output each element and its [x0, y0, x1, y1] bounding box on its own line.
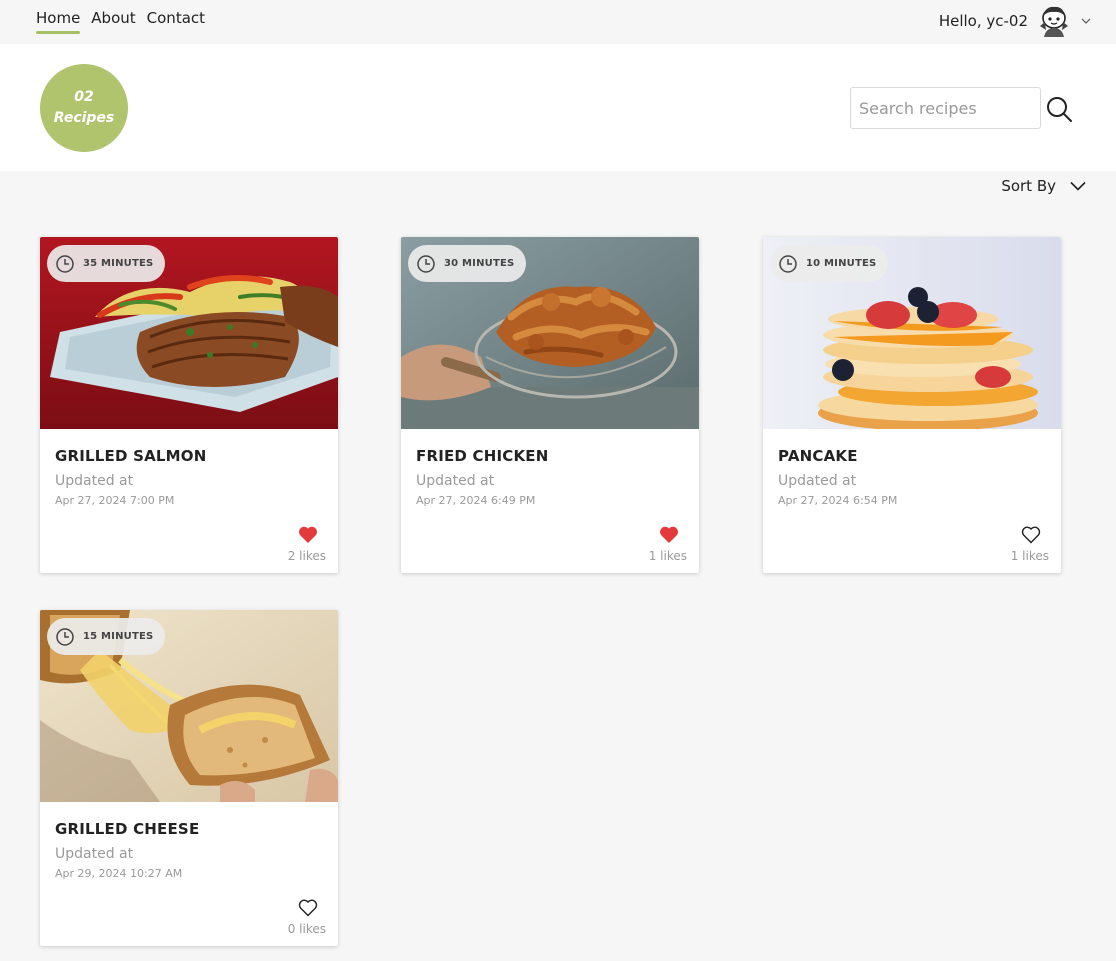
recipe-title: GRILLED SALMON: [55, 447, 207, 465]
sort-label: Sort By: [1001, 177, 1056, 195]
cook-time-text: 15 MINUTES: [83, 631, 154, 642]
updated-label: Updated at: [55, 473, 134, 489]
recipe-image-fried-chicken: 30 MINUTES: [401, 237, 699, 429]
search-input[interactable]: [850, 87, 1041, 129]
clock-icon: [56, 627, 74, 646]
nav-link-about[interactable]: About: [91, 9, 135, 33]
recipe-count-number: 02: [74, 89, 94, 105]
recipe-image-grilled-salmon: 35 MINUTES: [40, 237, 338, 429]
recipe-card-grilled-salmon[interactable]: 35 MINUTES GRILLED SALMON Updated at Apr…: [40, 237, 338, 573]
nav-links: Home About Contact: [36, 9, 205, 34]
likes-count: 2 likes: [287, 549, 326, 563]
updated-label: Updated at: [416, 473, 495, 489]
recipe-title: GRILLED CHEESE: [55, 820, 200, 838]
cook-time-badge: 30 MINUTES: [408, 245, 527, 282]
search-icon[interactable]: [1045, 95, 1073, 123]
updated-date: Apr 29, 2024 10:27 AM: [55, 867, 183, 880]
clock-icon: [417, 254, 435, 273]
avatar-illustration-icon: [1040, 6, 1068, 37]
cook-time-badge: 10 MINUTES: [770, 245, 889, 282]
chevron-down-icon: [1070, 181, 1086, 191]
updated-date: Apr 27, 2024 6:54 PM: [778, 494, 898, 507]
user-greeting: Hello, yc-02: [938, 12, 1028, 30]
clock-icon: [56, 254, 74, 273]
updated-label: Updated at: [55, 846, 134, 862]
cook-time-text: 35 MINUTES: [83, 258, 154, 269]
recipe-image-pancake: 10 MINUTES: [763, 237, 1061, 429]
recipe-image-grilled-cheese: 15 MINUTES: [40, 610, 338, 802]
avatar[interactable]: [1036, 4, 1072, 38]
updated-date: Apr 27, 2024 6:49 PM: [416, 494, 536, 507]
recipe-card-fried-chicken[interactable]: 30 MINUTES FRIED CHICKEN Updated at Apr …: [401, 237, 699, 573]
heart-filled-icon[interactable]: [298, 525, 318, 544]
clock-icon: [779, 254, 797, 273]
recipe-title: PANCAKE: [778, 447, 858, 465]
updated-date: Apr 27, 2024 7:00 PM: [55, 494, 175, 507]
nav-link-home[interactable]: Home: [36, 9, 81, 34]
likes-count: 0 likes: [287, 922, 326, 936]
user-menu[interactable]: Hello, yc-02: [939, 4, 1092, 38]
recipe-card-pancake[interactable]: 10 MINUTES PANCAKE Updated at Apr 27, 20…: [763, 237, 1061, 573]
heart-outline-icon[interactable]: [1021, 525, 1041, 544]
page-header: 02 Recipes: [0, 44, 1116, 171]
likes-count: 1 likes: [648, 549, 687, 563]
recipe-count-badge: 02 Recipes: [40, 64, 128, 152]
heart-filled-icon[interactable]: [659, 525, 679, 544]
top-navigation: Home About Contact Hello, yc-02: [0, 0, 1116, 44]
likes-count: 1 likes: [1010, 549, 1049, 563]
heart-outline-icon[interactable]: [298, 898, 318, 917]
updated-label: Updated at: [778, 473, 857, 489]
cook-time-text: 10 MINUTES: [806, 258, 877, 269]
recipe-count-label: Recipes: [53, 110, 115, 126]
cook-time-badge: 35 MINUTES: [47, 245, 166, 282]
recipe-title: FRIED CHICKEN: [416, 447, 549, 465]
nav-link-contact[interactable]: Contact: [147, 9, 205, 33]
recipe-card-grilled-cheese[interactable]: 15 MINUTES GRILLED CHEESE Updated at Apr…: [40, 610, 338, 946]
cook-time-text: 30 MINUTES: [444, 258, 515, 269]
chevron-down-icon[interactable]: [1080, 15, 1092, 27]
cook-time-badge: 15 MINUTES: [47, 618, 166, 655]
sort-dropdown[interactable]: Sort By: [1001, 177, 1086, 195]
